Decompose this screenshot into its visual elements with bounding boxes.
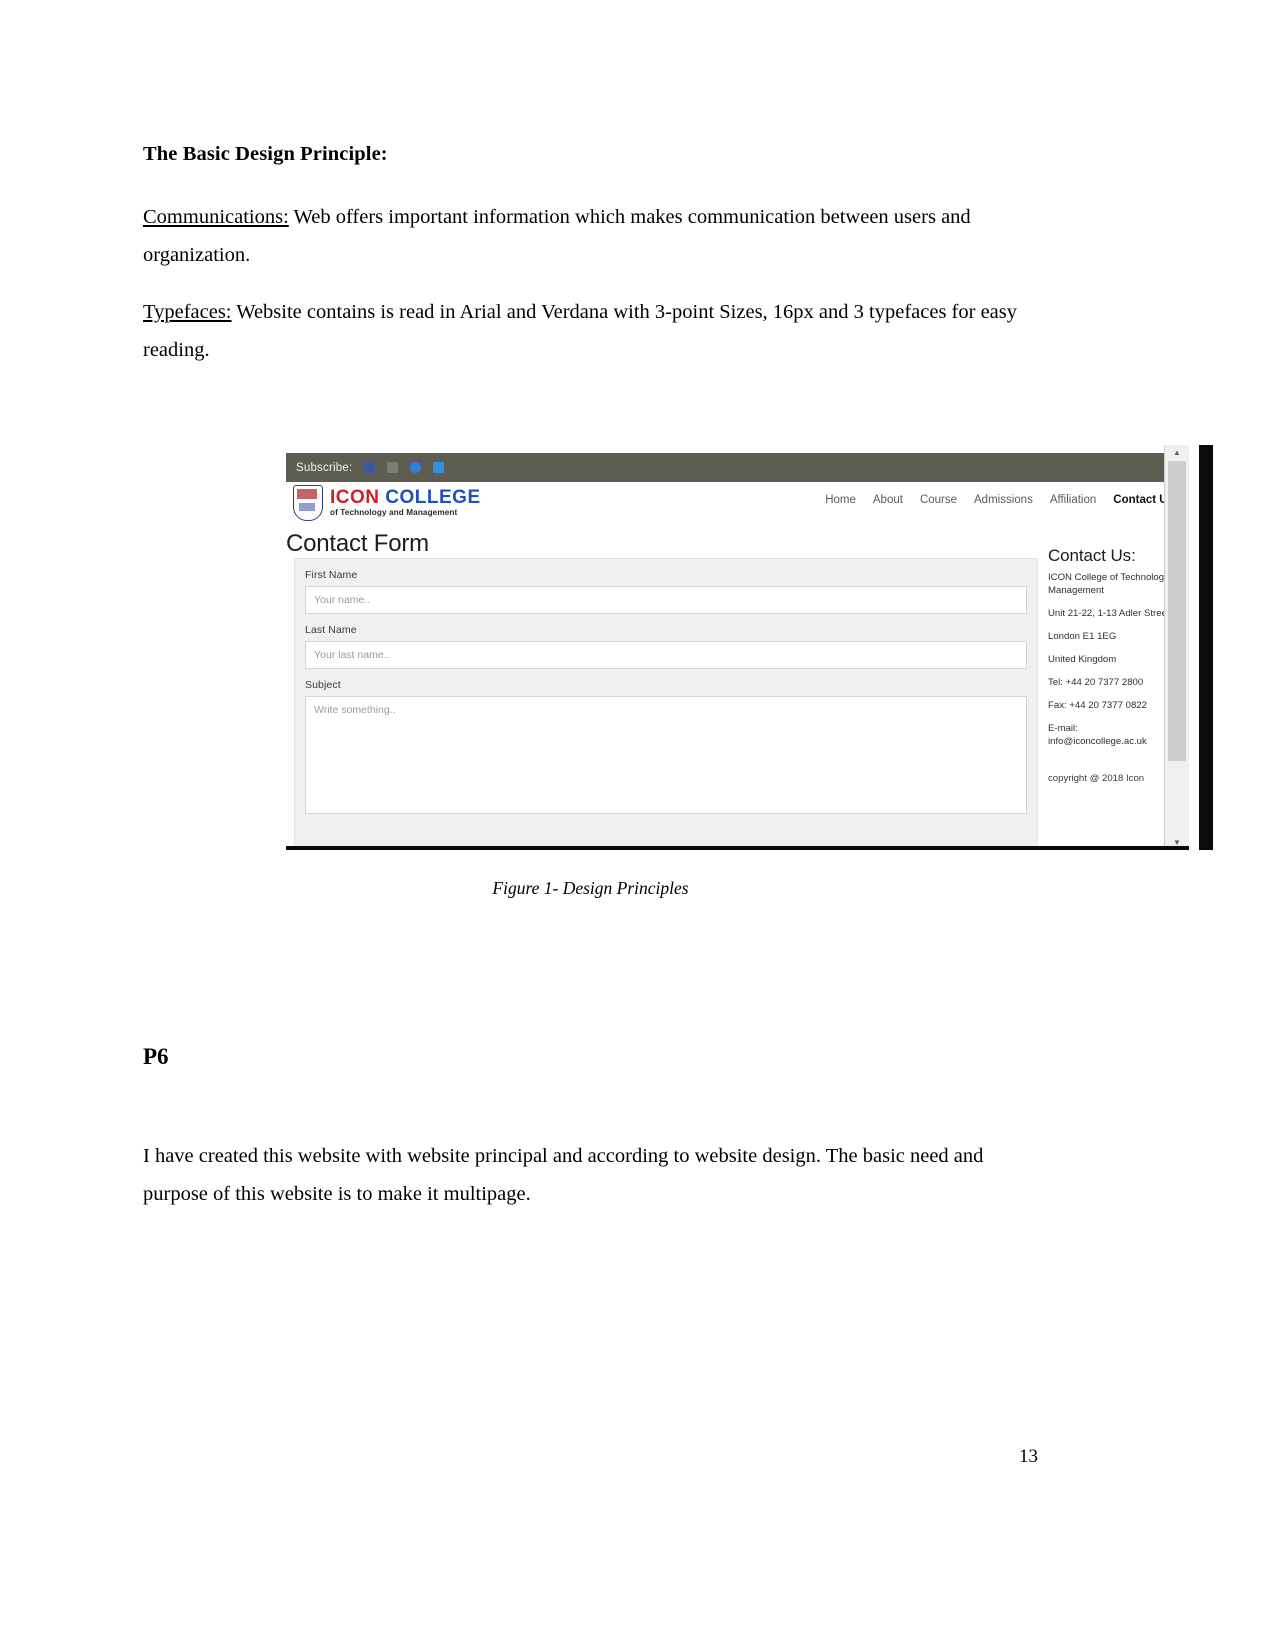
subscribe-label: Subscribe:: [296, 461, 353, 474]
logo-text: ICON COLLEGE of Technology and Managemen…: [330, 488, 481, 517]
subject-textarea[interactable]: Write something..: [305, 696, 1027, 814]
site-logo[interactable]: ICON COLLEGE of Technology and Managemen…: [293, 485, 481, 521]
nav-item-admissions[interactable]: Admissions: [974, 494, 1033, 506]
paragraph-lead-communications: Communications:: [143, 206, 289, 228]
vertical-scrollbar[interactable]: ▲ ▼: [1164, 445, 1189, 850]
figure-screenshot: Subscribe: ICON COLLEGE of Technology an…: [286, 445, 1213, 850]
paragraph-lead-typefaces: Typefaces:: [143, 301, 232, 323]
shield-crest-icon: [293, 485, 323, 521]
nav-item-course[interactable]: Course: [920, 494, 957, 506]
logo-word-college: COLLEGE: [385, 487, 481, 509]
subscribe-bar: Subscribe:: [286, 453, 1189, 482]
page-title: The Basic Design Principle:: [143, 143, 388, 165]
screenshot-bottom-edge: [286, 846, 1189, 850]
subject-label: Subject: [305, 679, 341, 691]
main-navigation: Home About Course Admissions Affiliation…: [825, 494, 1174, 506]
first-name-input[interactable]: Your name..: [305, 586, 1027, 614]
last-name-input[interactable]: Your last name..: [305, 641, 1027, 669]
last-name-placeholder: Your last name..: [314, 649, 390, 661]
browser-viewport: Subscribe: ICON COLLEGE of Technology an…: [286, 445, 1189, 850]
nav-item-affiliation[interactable]: Affiliation: [1050, 494, 1096, 506]
first-name-label: First Name: [305, 569, 358, 581]
facebook-icon[interactable]: [364, 462, 376, 473]
document-page: The Basic Design Principle: Communicatio…: [0, 0, 1275, 1650]
page-number: 13: [1019, 1446, 1038, 1467]
last-name-label: Last Name: [305, 624, 357, 636]
nav-item-about[interactable]: About: [873, 494, 903, 506]
subject-placeholder: Write something..: [314, 704, 396, 716]
section-heading-p6: P6: [143, 1044, 169, 1069]
instagram-icon[interactable]: [387, 462, 399, 473]
paragraph-text-typefaces: Website contains is read in Arial and Ve…: [143, 301, 1017, 361]
scroll-up-icon[interactable]: ▲: [1165, 445, 1189, 460]
nav-item-home[interactable]: Home: [825, 494, 856, 506]
scrollbar-thumb[interactable]: [1168, 461, 1186, 761]
paragraph-p6: I have created this website with website…: [143, 1145, 984, 1205]
logo-wordmark: ICON COLLEGE: [330, 488, 481, 507]
screenshot-right-edge: [1199, 445, 1213, 850]
google-plus-icon[interactable]: [410, 462, 422, 473]
paragraph-communications: Communications: Web offers important inf…: [143, 198, 1038, 274]
paragraph-typefaces: Typefaces: Website contains is read in A…: [143, 293, 1038, 369]
contact-form-panel: First Name Your name.. Last Name Your la…: [294, 558, 1038, 850]
twitter-icon[interactable]: [433, 462, 445, 473]
figure-caption: Figure 1- Design Principles: [492, 878, 689, 898]
logo-word-icon: ICON: [330, 487, 380, 509]
first-name-placeholder: Your name..: [314, 594, 371, 606]
site-header: ICON COLLEGE of Technology and Managemen…: [286, 482, 1189, 530]
logo-tagline: of Technology and Management: [330, 508, 458, 518]
contact-form-title: Contact Form: [286, 530, 429, 557]
